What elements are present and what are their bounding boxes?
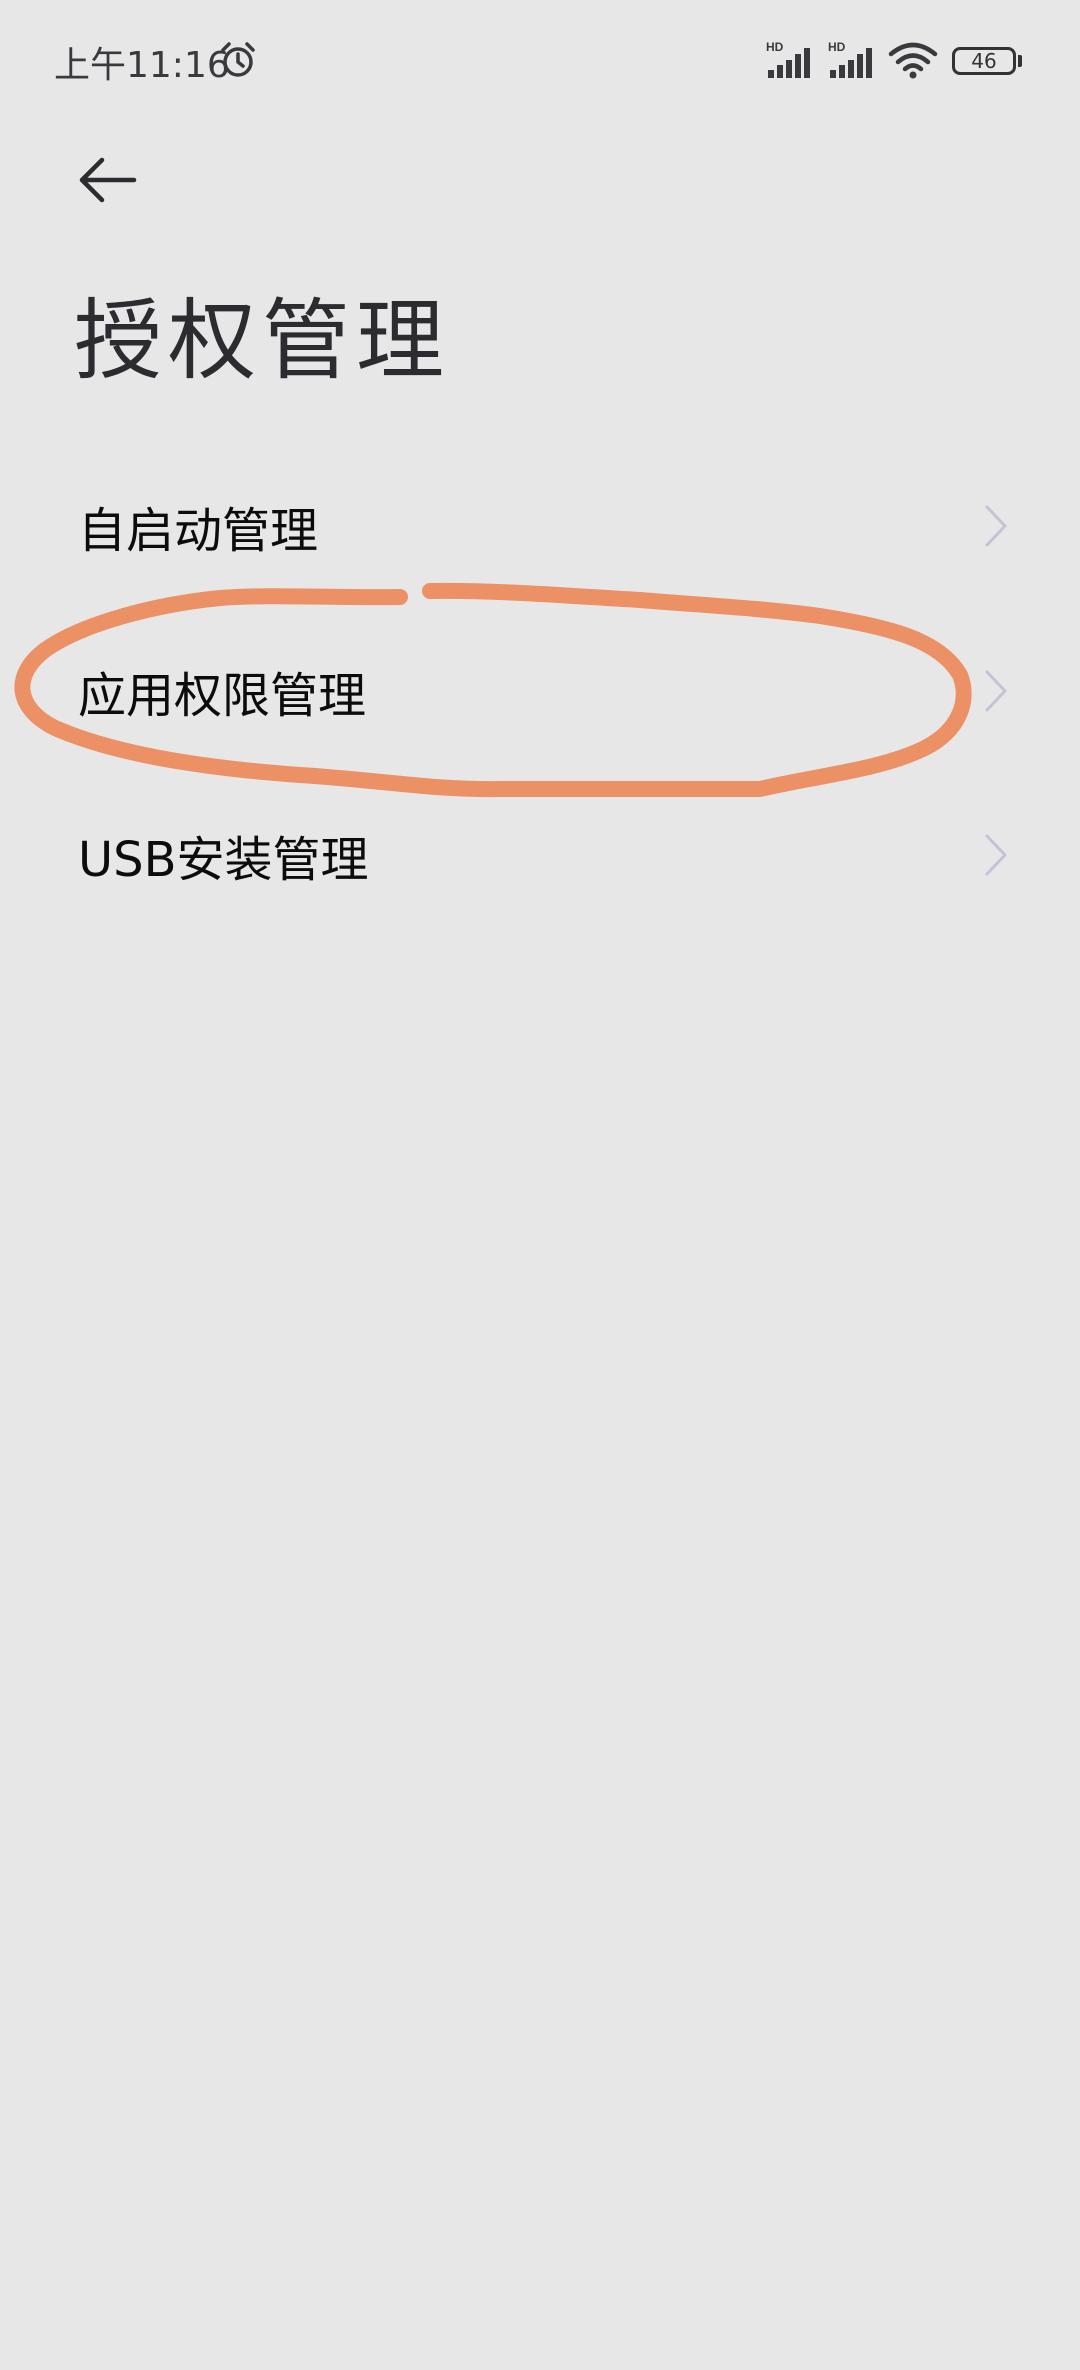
cellular-signal-icon-2: HD: [828, 40, 872, 78]
signal-hd-label: HD: [766, 40, 784, 54]
arrow-left-icon[interactable]: [76, 150, 140, 210]
menu-item-app-permissions[interactable]: 应用权限管理: [0, 611, 1080, 771]
page-title: 授权管理: [74, 289, 451, 392]
menu-item-label: 应用权限管理: [78, 668, 367, 724]
cellular-signal-icon: HD: [766, 40, 810, 78]
signal-hd-label-2: HD: [828, 40, 846, 54]
status-time: 上午11:16: [54, 45, 230, 86]
menu-item-label: 自启动管理: [78, 503, 319, 559]
chevron-right-icon: [985, 505, 1007, 547]
wifi-icon: [888, 42, 938, 79]
chevron-right-icon: [985, 670, 1007, 712]
menu-item-usb-install[interactable]: USB安装管理: [0, 775, 1080, 935]
battery-indicator: 46: [952, 47, 1016, 75]
menu-item-autostart[interactable]: 自启动管理: [0, 446, 1080, 606]
alarm-clock-icon: [221, 42, 255, 77]
battery-tip: [1018, 55, 1022, 67]
status-bar: 上午11:16 HD HD 46: [0, 0, 1080, 120]
menu-item-label: USB安装管理: [78, 832, 369, 888]
chevron-right-icon: [985, 834, 1007, 876]
battery-level: 46: [971, 49, 997, 73]
